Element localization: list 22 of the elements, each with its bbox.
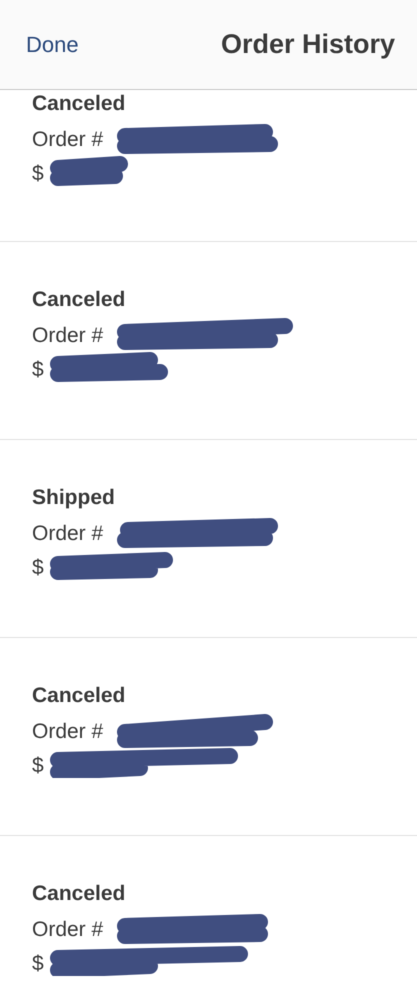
order-status: Canceled <box>32 92 126 117</box>
order-number-label: Order # <box>32 324 104 348</box>
order-row[interactable]: Canceled Order # $ <box>0 90 417 242</box>
order-row[interactable]: Canceled Order # $ <box>0 638 417 836</box>
order-row[interactable]: Canceled Order # $ <box>0 242 417 440</box>
order-row[interactable]: Shipped Order # $ <box>0 440 417 638</box>
order-price: $ <box>32 952 44 976</box>
order-price: $ <box>32 358 44 382</box>
order-number-label: Order # <box>32 720 104 744</box>
order-number-label: Order # <box>32 522 104 546</box>
order-price: $ <box>32 754 44 778</box>
order-status: Canceled <box>32 684 126 709</box>
order-number-label: Order # <box>32 128 104 152</box>
order-number-label: Order # <box>32 918 104 942</box>
order-price: $ <box>32 556 44 580</box>
order-price: $ <box>32 162 44 186</box>
order-status: Shipped <box>32 486 116 511</box>
order-status: Canceled <box>32 882 126 907</box>
order-row[interactable]: Canceled Order # $ <box>0 836 417 999</box>
order-status: Canceled <box>32 288 126 313</box>
screen-title: Order History <box>220 29 395 60</box>
done-button[interactable]: Done <box>26 32 79 58</box>
